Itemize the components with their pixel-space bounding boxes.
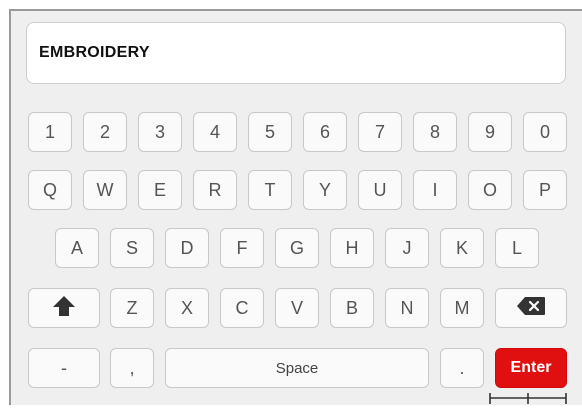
key-b[interactable]: B bbox=[330, 288, 374, 328]
key-j[interactable]: J bbox=[385, 228, 429, 268]
key-comma[interactable]: , bbox=[110, 348, 154, 388]
key-dash[interactable]: - bbox=[28, 348, 100, 388]
key-w[interactable]: W bbox=[83, 170, 127, 210]
key-h[interactable]: H bbox=[330, 228, 374, 268]
key-s[interactable]: S bbox=[110, 228, 154, 268]
key-d[interactable]: D bbox=[165, 228, 209, 268]
key-2[interactable]: 2 bbox=[83, 112, 127, 152]
key-f[interactable]: F bbox=[220, 228, 264, 268]
key-v[interactable]: V bbox=[275, 288, 319, 328]
key-8[interactable]: 8 bbox=[413, 112, 457, 152]
key-5[interactable]: 5 bbox=[248, 112, 292, 152]
key-n[interactable]: N bbox=[385, 288, 429, 328]
key-g[interactable]: G bbox=[275, 228, 319, 268]
key-c[interactable]: C bbox=[220, 288, 264, 328]
key-u[interactable]: U bbox=[358, 170, 402, 210]
backspace-key[interactable] bbox=[495, 288, 567, 328]
key-m[interactable]: M bbox=[440, 288, 484, 328]
key-7[interactable]: 7 bbox=[358, 112, 402, 152]
key-6[interactable]: 6 bbox=[303, 112, 347, 152]
space-key[interactable]: Space bbox=[165, 348, 429, 388]
key-1[interactable]: 1 bbox=[28, 112, 72, 152]
text-input-field[interactable]: EMBROIDERY bbox=[26, 22, 566, 84]
key-e[interactable]: E bbox=[138, 170, 182, 210]
key-l[interactable]: L bbox=[495, 228, 539, 268]
key-a[interactable]: A bbox=[55, 228, 99, 268]
shift-key[interactable] bbox=[28, 288, 100, 328]
key-r[interactable]: R bbox=[193, 170, 237, 210]
key-9[interactable]: 9 bbox=[468, 112, 512, 152]
key-0[interactable]: 0 bbox=[523, 112, 567, 152]
input-value: EMBROIDERY bbox=[39, 44, 150, 61]
key-z[interactable]: Z bbox=[110, 288, 154, 328]
key-o[interactable]: O bbox=[468, 170, 512, 210]
key-k[interactable]: K bbox=[440, 228, 484, 268]
key-y[interactable]: Y bbox=[303, 170, 347, 210]
key-i[interactable]: I bbox=[413, 170, 457, 210]
key-t[interactable]: T bbox=[248, 170, 292, 210]
key-p[interactable]: P bbox=[523, 170, 567, 210]
key-3[interactable]: 3 bbox=[138, 112, 182, 152]
key-q[interactable]: Q bbox=[28, 170, 72, 210]
enter-key[interactable]: Enter bbox=[495, 348, 567, 388]
key-period[interactable]: . bbox=[440, 348, 484, 388]
bracket-line bbox=[489, 392, 567, 405]
shift-icon bbox=[52, 295, 76, 322]
backspace-icon bbox=[517, 296, 545, 320]
key-x[interactable]: X bbox=[165, 288, 209, 328]
key-4[interactable]: 4 bbox=[193, 112, 237, 152]
